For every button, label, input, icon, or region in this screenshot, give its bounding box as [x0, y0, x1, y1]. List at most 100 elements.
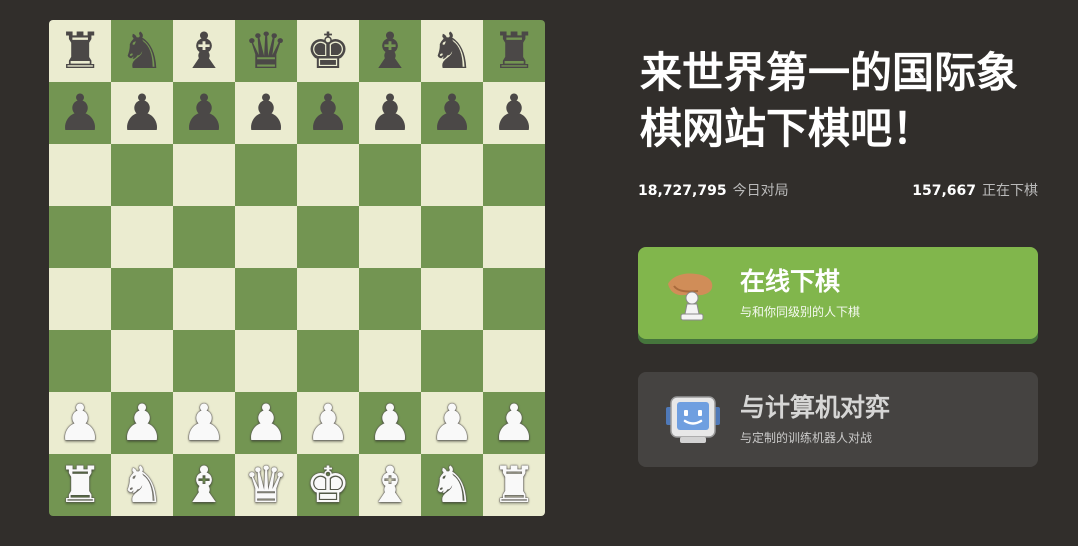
board-square[interactable]: ♝ — [359, 454, 421, 516]
board-square[interactable] — [173, 206, 235, 268]
board-square[interactable] — [49, 330, 111, 392]
chess-piece[interactable]: ♞ — [120, 460, 165, 510]
board-square[interactable] — [421, 330, 483, 392]
board-square[interactable]: ♟ — [235, 392, 297, 454]
chess-piece[interactable]: ♟ — [120, 88, 165, 138]
board-square[interactable] — [483, 144, 545, 206]
board-square[interactable] — [297, 144, 359, 206]
board-square[interactable] — [483, 268, 545, 330]
board-square[interactable] — [359, 144, 421, 206]
board-square[interactable] — [111, 144, 173, 206]
board-square[interactable] — [49, 268, 111, 330]
board-square[interactable]: ♟ — [235, 82, 297, 144]
chess-piece[interactable]: ♝ — [182, 460, 227, 510]
board-square[interactable] — [359, 206, 421, 268]
chess-piece[interactable]: ♟ — [492, 398, 537, 448]
chess-piece[interactable]: ♟ — [368, 88, 413, 138]
board-square[interactable] — [173, 144, 235, 206]
chess-piece[interactable]: ♟ — [58, 398, 103, 448]
games-today-label: 今日对局 — [732, 183, 789, 199]
chess-piece[interactable]: ♝ — [182, 26, 227, 76]
board-square[interactable] — [483, 330, 545, 392]
board-square[interactable]: ♝ — [173, 20, 235, 82]
board-square[interactable] — [421, 144, 483, 206]
chess-piece[interactable]: ♞ — [430, 26, 475, 76]
board-square[interactable] — [421, 206, 483, 268]
board-square[interactable] — [483, 206, 545, 268]
board-square[interactable] — [359, 330, 421, 392]
chess-piece[interactable]: ♜ — [492, 460, 537, 510]
board-square[interactable]: ♟ — [359, 82, 421, 144]
board-square[interactable]: ♜ — [49, 20, 111, 82]
chess-piece[interactable]: ♟ — [182, 398, 227, 448]
chessboard[interactable]: ♜ ♞ ♝ ♛ ♚ ♝ ♞ ♜ ♟ ♟ ♟ ♟ ♟ ♟ ♟ ♟ ♟ ♟ ♟ ♟ ♟ ♟ ♟ ♟ ♜ ♞ ♝ ♛ ♚ ♝ ♞ ♜ — [49, 20, 545, 516]
chess-piece[interactable]: ♜ — [58, 460, 103, 510]
board-square[interactable]: ♚ — [297, 20, 359, 82]
board-square[interactable] — [173, 330, 235, 392]
chess-piece[interactable]: ♟ — [430, 398, 475, 448]
board-square[interactable] — [421, 268, 483, 330]
chess-piece[interactable]: ♟ — [58, 88, 103, 138]
chess-piece[interactable]: ♛ — [244, 26, 289, 76]
board-square[interactable]: ♜ — [483, 20, 545, 82]
board-square[interactable]: ♟ — [111, 392, 173, 454]
board-square[interactable]: ♟ — [483, 82, 545, 144]
chess-piece[interactable]: ♟ — [182, 88, 227, 138]
chess-piece[interactable]: ♝ — [368, 460, 413, 510]
chess-piece[interactable]: ♜ — [58, 26, 103, 76]
board-square[interactable]: ♞ — [111, 20, 173, 82]
chess-piece[interactable]: ♞ — [120, 26, 165, 76]
chess-piece[interactable]: ♟ — [120, 398, 165, 448]
board-square[interactable] — [49, 206, 111, 268]
chess-piece[interactable]: ♟ — [244, 398, 289, 448]
board-square[interactable] — [235, 330, 297, 392]
board-square[interactable]: ♚ — [297, 454, 359, 516]
board-square[interactable]: ♟ — [111, 82, 173, 144]
board-square[interactable] — [235, 268, 297, 330]
board-square[interactable]: ♟ — [297, 82, 359, 144]
board-square[interactable]: ♟ — [421, 82, 483, 144]
board-square[interactable]: ♜ — [49, 454, 111, 516]
board-square[interactable]: ♜ — [483, 454, 545, 516]
board-square[interactable]: ♞ — [421, 454, 483, 516]
board-square[interactable] — [111, 330, 173, 392]
board-square[interactable] — [297, 268, 359, 330]
board-square[interactable]: ♞ — [111, 454, 173, 516]
board-square[interactable] — [49, 144, 111, 206]
board-square[interactable] — [235, 206, 297, 268]
chess-piece[interactable]: ♟ — [244, 88, 289, 138]
chess-piece[interactable]: ♚ — [306, 26, 351, 76]
board-square[interactable] — [173, 268, 235, 330]
board-square[interactable] — [359, 268, 421, 330]
chess-piece[interactable]: ♞ — [430, 460, 475, 510]
board-square[interactable] — [235, 144, 297, 206]
board-square[interactable] — [297, 330, 359, 392]
play-online-button[interactable]: 在线下棋 与和你同级别的人下棋 — [638, 247, 1038, 339]
board-square[interactable]: ♝ — [173, 454, 235, 516]
board-square[interactable]: ♟ — [297, 392, 359, 454]
chess-piece[interactable]: ♚ — [306, 460, 351, 510]
board-square[interactable]: ♟ — [359, 392, 421, 454]
board-square[interactable]: ♛ — [235, 454, 297, 516]
board-square[interactable]: ♛ — [235, 20, 297, 82]
board-square[interactable]: ♟ — [421, 392, 483, 454]
chess-piece[interactable]: ♟ — [306, 398, 351, 448]
board-square[interactable]: ♝ — [359, 20, 421, 82]
chess-piece[interactable]: ♟ — [430, 88, 475, 138]
board-square[interactable]: ♟ — [173, 392, 235, 454]
chess-piece[interactable]: ♟ — [306, 88, 351, 138]
board-square[interactable]: ♟ — [49, 392, 111, 454]
board-square[interactable]: ♟ — [173, 82, 235, 144]
chess-piece[interactable]: ♜ — [492, 26, 537, 76]
chess-piece[interactable]: ♝ — [368, 26, 413, 76]
board-square[interactable]: ♞ — [421, 20, 483, 82]
board-square[interactable]: ♟ — [483, 392, 545, 454]
board-square[interactable] — [297, 206, 359, 268]
chess-piece[interactable]: ♛ — [244, 460, 289, 510]
play-computer-button[interactable]: 与计算机对弈 与定制的训练机器人对战 — [638, 372, 1038, 467]
board-square[interactable] — [111, 268, 173, 330]
board-square[interactable]: ♟ — [49, 82, 111, 144]
chess-piece[interactable]: ♟ — [492, 88, 537, 138]
board-square[interactable] — [111, 206, 173, 268]
chess-piece[interactable]: ♟ — [368, 398, 413, 448]
